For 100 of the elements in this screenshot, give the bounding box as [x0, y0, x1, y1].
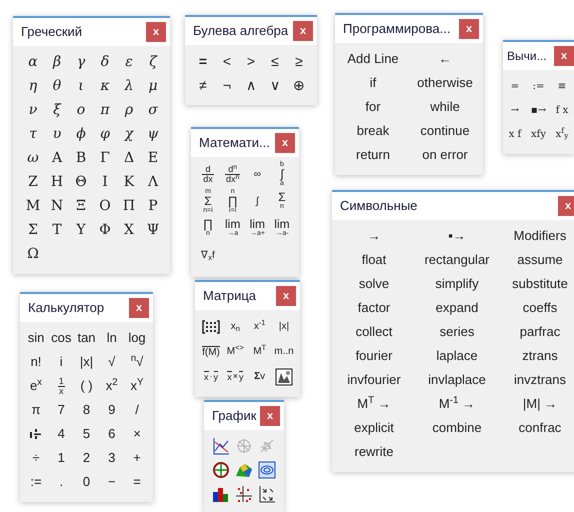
toolbar-button[interactable]: := [24, 470, 48, 494]
toolbar-button[interactable]: ∨ [263, 73, 287, 97]
toolbar-button[interactable]: κ [93, 74, 117, 98]
toolbar-button[interactable]: Ζ [21, 170, 45, 194]
toolbar-button[interactable]: explicit [334, 416, 414, 440]
toolbar-button[interactable]: Modifiers [500, 224, 574, 248]
toolbar-button[interactable]: 3 [100, 446, 124, 470]
toolbar-button[interactable]: m..n [272, 339, 296, 364]
toolbar-button[interactable]: ln [100, 326, 124, 350]
toolbar-button[interactable]: d$^{n}$ dx$^{n}$ [220, 161, 245, 188]
toolbar-button[interactable]: sin [24, 326, 48, 350]
toolbar-button[interactable]: 7 [49, 398, 74, 422]
close-button[interactable]: x [293, 21, 313, 41]
toolbar-button[interactable]: otherwise [411, 71, 479, 95]
toolbar-button[interactable]: M$^{<>}$ [223, 339, 248, 364]
toolbar-button[interactable]: Υ [69, 218, 93, 242]
toolbar-button[interactable]: Add Line [339, 47, 407, 71]
toolbar-button[interactable]: ¬ [215, 73, 239, 97]
toolbar-button[interactable]: ρ [117, 98, 141, 122]
toolbar-button[interactable]: M$^{-1}$ → [417, 392, 497, 416]
toolbar-button[interactable]: continue [411, 119, 479, 143]
toolbar-button[interactable]: if [339, 71, 407, 95]
toolbar-button[interactable]: confrac [500, 416, 574, 440]
toolbar-button[interactable]: Χ [117, 218, 141, 242]
toolbar-button[interactable]: invztrans [500, 368, 574, 392]
close-button[interactable]: x [558, 196, 574, 216]
toolbar-button[interactable]: x·y [199, 364, 223, 389]
close-button[interactable]: x [276, 286, 296, 306]
toolbar-button[interactable]: |x| [272, 314, 296, 339]
toolbar-button[interactable]: ∧ [239, 73, 263, 97]
toolbar-button[interactable]: Π [117, 194, 141, 218]
toolbar-button[interactable]: ο [69, 98, 93, 122]
toolbar-button[interactable]: ztrans [500, 344, 574, 368]
toolbar-button[interactable]: collect [334, 320, 414, 344]
toolbar-button[interactable]: solve [334, 272, 414, 296]
toolbar-button[interactable]: while [411, 95, 479, 119]
toolbar-button[interactable]: ≡ [551, 74, 573, 98]
toolbar-button[interactable]: rectangular [417, 248, 497, 272]
toolbar-button[interactable]: ι [69, 74, 93, 98]
toolbar-button[interactable]: Β [69, 146, 93, 170]
toolbar-button[interactable]: e$^{x}$ [24, 374, 48, 398]
toolbar-button[interactable]: 1 [49, 446, 74, 470]
toolbar-button[interactable]: ≤ [263, 49, 287, 73]
toolbar-button[interactable]: log [125, 326, 149, 350]
toolbar-button[interactable]: parfrac [500, 320, 574, 344]
close-button[interactable]: x [146, 22, 166, 42]
toolbar-button[interactable]: ← [411, 47, 479, 71]
toolbar-button[interactable]: 4 [49, 422, 74, 446]
close-button[interactable]: x [275, 133, 295, 153]
toolbar-button[interactable]: Γ [93, 146, 117, 170]
toolbar-button[interactable]: float [334, 248, 414, 272]
toolbar-button[interactable]: < [215, 49, 239, 73]
toolbar-button[interactable]: Ψ [141, 218, 165, 242]
toolbar-button[interactable]: d dx [196, 161, 220, 188]
toolbar-button[interactable]: return [339, 143, 407, 167]
toolbar-button[interactable]: Σv [248, 364, 272, 389]
close-button[interactable]: x [260, 406, 280, 426]
toolbar-button[interactable]: δ [93, 50, 117, 74]
toolbar-button[interactable]: ∇$_{x}$f [196, 242, 220, 269]
toolbar-button[interactable]: − [100, 470, 124, 494]
toolbar-button[interactable]: = [125, 470, 149, 494]
toolbar-button[interactable]: tan [74, 326, 98, 350]
toolbar-button[interactable]: Η [45, 170, 69, 194]
toolbar-button[interactable]: substitute [500, 272, 574, 296]
toolbar-button[interactable]: $^{n}$√ [125, 350, 149, 374]
toolbar-button[interactable]: Σ [21, 218, 45, 242]
toolbar-button[interactable]: Θ [69, 170, 93, 194]
toolbar-button[interactable]: M$^{T}$ → [334, 392, 414, 416]
toolbar-button[interactable]: |M| → [500, 392, 574, 416]
toolbar-button[interactable]: i [49, 350, 74, 374]
toolbar-button[interactable]: π [93, 98, 117, 122]
toolbar-button[interactable]: Μ [21, 194, 45, 218]
toolbar-button[interactable]: fourier [334, 344, 414, 368]
toolbar-button[interactable]: 8 [74, 398, 98, 422]
toolbar-button[interactable]: x$^{2}$ [100, 374, 124, 398]
toolbar-button[interactable]: ω [21, 146, 45, 170]
toolbar-button[interactable]: := [528, 74, 550, 98]
toolbar-button[interactable]: break [339, 119, 407, 143]
toolbar-button[interactable]: Δ [117, 146, 141, 170]
close-button[interactable]: x [129, 298, 149, 318]
toolbar-button[interactable]: x$_{n}$ [223, 314, 248, 339]
toolbar-button[interactable]: expand [417, 296, 497, 320]
toolbar-button[interactable]: α [21, 50, 45, 74]
toolbar-button[interactable]: ≥ [287, 49, 311, 73]
toolbar-button[interactable]: f(M) [199, 339, 223, 364]
toolbar-button[interactable]: τ [21, 122, 45, 146]
toolbar-button[interactable]: ϕ [69, 122, 93, 146]
toolbar-button[interactable]: σ [141, 98, 165, 122]
toolbar-button[interactable]: Ξ [69, 194, 93, 218]
toolbar-button[interactable]: Ε [141, 146, 165, 170]
toolbar-button[interactable]: 5 [74, 422, 98, 446]
toolbar-button[interactable]: φ [93, 122, 117, 146]
toolbar-button[interactable]: n! [24, 350, 48, 374]
toolbar-button[interactable]: ε [117, 50, 141, 74]
toolbar-button[interactable]: 0 [74, 470, 98, 494]
toolbar-button[interactable]: factor [334, 296, 414, 320]
toolbar-button[interactable]: laplace [417, 344, 497, 368]
toolbar-button[interactable]: ▪→ [417, 224, 497, 248]
toolbar-button[interactable]: x f [504, 122, 526, 146]
toolbar-button[interactable]: Φ [93, 218, 117, 242]
